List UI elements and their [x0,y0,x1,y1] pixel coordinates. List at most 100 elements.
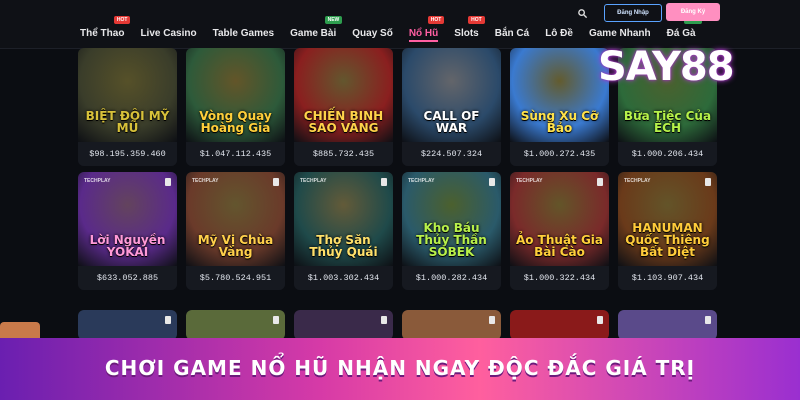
jackpot-amount: $1.000.272.435 [510,142,609,166]
phone-icon [597,316,603,324]
game-thumbnail[interactable]: TECHPLAY Thợ Săn Thủy Quái [294,172,393,266]
nav-item-label: Game Nhanh [588,28,651,39]
game-thumbnail[interactable]: TECHPLAY Lời Nguyền YOKAI [78,172,177,266]
jackpot-amount: $1.000.206.434 [618,142,717,166]
phone-icon [705,178,711,186]
game-card[interactable] [186,310,285,340]
nav-item-7[interactable]: Bắn Cá [487,22,537,42]
nav-item-label: Game Bài [290,28,337,39]
nav-item-label: Lô Đề [545,28,573,39]
nav-item-9[interactable]: Game Nhanh [581,22,659,42]
game-card[interactable]: BIỆT ĐỘI MỸ MŨ $98.195.359.460 [78,48,177,166]
game-card[interactable]: CHIẾN BINH SAO VÀNG $885.732.435 [294,48,393,166]
game-thumbnail[interactable]: Vòng Quay Hoàng Gia [186,48,285,142]
game-card[interactable]: TECHPLAY Ảo Thuật Gia Bài Cào $1.000.322.4… [510,172,609,290]
game-title: Sùng Xu Cỡ Bảo [520,109,599,135]
nav-item-label: Thể Thao [80,28,125,39]
game-title: Mỹ Vị Chùa Vàng [197,233,274,259]
nav-item-2[interactable]: Table Games [205,22,283,42]
nav-badge: HOT [113,16,131,24]
game-thumbnail[interactable]: BIỆT ĐỘI MỸ MŨ [78,48,177,142]
game-card[interactable]: TECHPLAY Lời Nguyền YOKAI $633.052.885 [78,172,177,290]
provider-label: TECHPLAY [192,178,219,184]
game-card[interactable]: TECHPLAY Mỹ Vị Chùa Vàng $5.780.524.951 [186,172,285,290]
jackpot-amount: $98.195.359.460 [78,142,177,166]
game-title: CALL OF WAR [423,109,480,135]
game-title: BIỆT ĐỘI MỸ MŨ [85,109,170,135]
provider-label: TECHPLAY [84,178,111,184]
nav-item-5[interactable]: Nổ Hũ HOT [401,16,446,42]
phone-icon [165,178,171,186]
game-title: Ảo Thuật Gia Bài Cào [515,233,604,259]
search-icon [577,8,587,18]
jackpot-amount: $885.732.435 [294,142,393,166]
promo-banner: CHƠI GAME NỔ HŨ NHẬN NGAY ĐỘC ĐẮC GIÁ TR… [0,338,800,400]
category-nav: Thể Thao HOT Live Casino Table Games Game Bà… [72,16,704,42]
game-thumbnail[interactable]: TECHPLAY HANUMAN Quốc Thiêng Bất Diệt [618,172,717,266]
register-button[interactable]: Đăng Ký [666,3,720,21]
nav-item-label: Bắn Cá [494,28,530,39]
game-thumbnail[interactable]: Sùng Xu Cỡ Bảo [510,48,609,142]
game-card[interactable]: Vòng Quay Hoàng Gia $1.047.112.435 [186,48,285,166]
phone-icon [273,178,279,186]
game-thumbnail[interactable]: TECHPLAY Ảo Thuật Gia Bài Cào [510,172,609,266]
phone-icon [597,178,603,186]
game-card[interactable] [618,310,717,340]
nav-item-3[interactable]: Game Bài NEW [282,16,344,42]
game-card[interactable] [402,310,501,340]
nav-item-4[interactable]: Quay Số [344,22,401,42]
nav-item-label: Table Games [212,28,275,39]
phone-icon [165,316,171,324]
jackpot-amount: $1.000.322.434 [510,266,609,290]
nav-item-label: Nổ Hũ [408,28,439,39]
phone-icon [381,316,387,324]
login-button[interactable]: Đăng Nhập [604,4,662,22]
nav-item-8[interactable]: Lô Đề [537,22,581,42]
game-title: Thợ Săn Thủy Quái [309,233,378,259]
game-title: Bữa Tiệc Của ẾCH [623,109,712,135]
jackpot-amount: $633.052.885 [78,266,177,290]
game-card[interactable] [78,310,177,340]
game-thumbnail[interactable]: CALL OF WAR [402,48,501,142]
game-thumbnail[interactable]: TECHPLAY Kho Báu Thủy Thần SOBEK [402,172,501,266]
brand-logo: SAY88 [598,44,735,90]
game-card[interactable] [294,310,393,340]
nav-item-label: Quay Số [352,28,393,39]
phone-icon [273,316,279,324]
phone-icon [705,316,711,324]
provider-label: TECHPLAY [516,178,543,184]
game-card[interactable]: Sùng Xu Cỡ Bảo $1.000.272.435 [510,48,609,166]
game-card[interactable]: TECHPLAY Thợ Săn Thủy Quái $1.003.302.434 [294,172,393,290]
jackpot-amount: $5.780.524.951 [186,266,285,290]
provider-label: TECHPLAY [408,178,435,184]
phone-icon [489,316,495,324]
nav-item-label: Đá Gà [666,28,696,39]
jackpot-amount: $1.047.112.435 [186,142,285,166]
nav-item-0[interactable]: Thể Thao HOT [72,16,132,42]
game-title: Kho Báu Thủy Thần SOBEK [416,221,487,259]
phone-icon [489,178,495,186]
game-title: CHIẾN BINH SAO VÀNG [303,109,384,135]
nav-item-6[interactable]: Slots HOT [446,16,486,42]
nav-item-1[interactable]: Live Casino [132,22,204,42]
nav-badge: HOT [427,16,445,24]
game-title: Vòng Quay Hoàng Gia [199,109,272,135]
nav-item-label: Slots [454,28,479,39]
jackpot-amount: $224.507.324 [402,142,501,166]
game-card[interactable] [510,310,609,340]
nav-item-label: Live Casino [140,28,197,39]
jackpot-amount: $1.003.302.434 [294,266,393,290]
game-title: Lời Nguyền YOKAI [89,233,166,259]
nav-item-10[interactable]: Đá GàNEW [659,16,704,42]
game-card[interactable]: CALL OF WAR $224.507.324 [402,48,501,166]
game-card[interactable]: TECHPLAY HANUMAN Quốc Thiêng Bất Diệt $1.1… [618,172,717,290]
top-navigation-bar: Thể Thao HOT Live Casino Table Games Game Bà… [0,0,800,49]
jackpot-amount: $1.000.282.434 [402,266,501,290]
game-thumbnail[interactable]: CHIẾN BINH SAO VÀNG [294,48,393,142]
game-card[interactable]: TECHPLAY Kho Báu Thủy Thần SOBEK $1.000.28… [402,172,501,290]
phone-icon [381,178,387,186]
game-thumbnail[interactable]: TECHPLAY Mỹ Vị Chùa Vàng [186,172,285,266]
search-button[interactable] [572,4,592,22]
nav-badge: NEW [324,16,343,24]
provider-label: TECHPLAY [300,178,327,184]
